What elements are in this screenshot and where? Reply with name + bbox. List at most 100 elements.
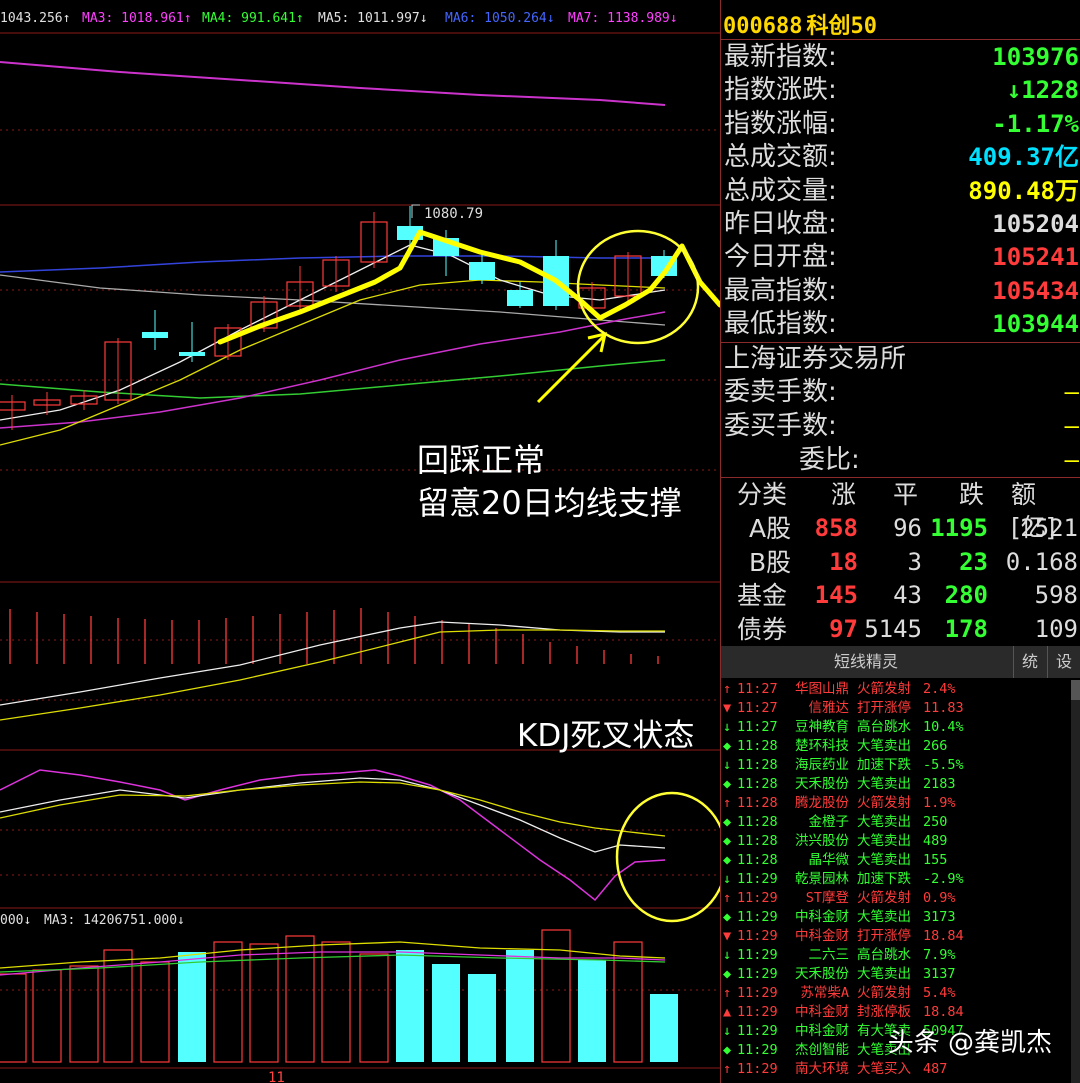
feed-item[interactable]: ◆ 11:28 天禾股份 大笔卖出 2183 xyxy=(723,775,1079,794)
ma7-line xyxy=(0,61,666,106)
feed-value: 266 xyxy=(923,738,948,754)
quote-value: ↓1228 xyxy=(1006,76,1079,105)
feed-value: -5.5% xyxy=(923,757,964,773)
feed-item[interactable]: ◆ 11:28 晶华微 大笔卖出 155 xyxy=(723,851,1079,870)
volume-bar-down xyxy=(396,950,424,1062)
feed-time: 11:29 xyxy=(737,871,778,887)
feed-item[interactable]: ↓ 11:28 海辰药业 加速下跌 -5.5% xyxy=(723,756,1079,775)
feed-item[interactable]: ◆ 11:28 楚环科技 大笔卖出 266 xyxy=(723,737,1079,756)
quote-row: 昨日收盘: 105204 xyxy=(721,208,1080,241)
feed-item[interactable]: ↑ 11:29 南大环境 大笔买入 487 xyxy=(723,1060,1079,1079)
annotation-line1: 回踩正常 xyxy=(417,441,546,479)
volume-bar-down xyxy=(178,952,206,1062)
feed-item[interactable]: ◆ 11:29 天禾股份 大笔卖出 3137 xyxy=(723,965,1079,984)
quote-row: 最高指数: 105434 xyxy=(721,275,1080,308)
order-label: 委买手数: xyxy=(724,411,837,441)
feed-time: 11:28 xyxy=(737,814,778,830)
ma5-legend: MA5: 1011.997↓ xyxy=(318,11,428,26)
feed-item[interactable]: ▼ 11:27 信雅达 打开涨停 11.83 xyxy=(723,699,1079,718)
feed-item[interactable]: ◆ 11:29 中科金财 大笔卖出 3173 xyxy=(723,908,1079,927)
stats-up: 97 xyxy=(829,614,858,643)
ma2-legend: 1043.256↑ xyxy=(0,11,70,26)
feed-time: 11:27 xyxy=(737,719,778,735)
quote-value: 103944 xyxy=(992,310,1079,339)
tab-short-line-sprite[interactable]: 短线精灵 xyxy=(721,646,1011,678)
feed-icon: ↑ xyxy=(723,795,732,811)
settings-button[interactable]: 设 xyxy=(1047,646,1080,678)
feed-scrollbar[interactable] xyxy=(1071,680,1080,1083)
feed-time: 11:29 xyxy=(737,985,778,1001)
stats-flat: 3 xyxy=(907,547,922,576)
stats-down: 1195 xyxy=(930,514,988,542)
vol-ma-line-1 xyxy=(0,941,666,969)
quote-value: 103976 xyxy=(992,43,1079,71)
alert-feed[interactable]: ↑ 11:27 华图山鼎 火箭发射 2.4% ▼ 11:27 信雅达 打开涨停 11.83 ↓ 11:… xyxy=(723,680,1079,1079)
annotation-kdj: KDJ死叉状态 xyxy=(517,718,695,754)
feed-stock: ST摩登 xyxy=(805,890,849,906)
feed-event: 火箭发射 xyxy=(857,681,911,697)
feed-icon: ↑ xyxy=(723,681,732,697)
feed-event: 加速下跌 xyxy=(857,871,911,887)
volume-bar-up xyxy=(321,941,351,1063)
quote-row: 指数涨跌: ↓1228 xyxy=(721,74,1080,107)
feed-item[interactable]: ↑ 11:28 腾龙股份 火箭发射 1.9% xyxy=(723,794,1079,813)
feed-item[interactable]: ▲ 11:29 中科金财 封涨停板 18.84 xyxy=(723,1003,1079,1022)
order-value: — xyxy=(1064,412,1079,440)
feed-time: 11:29 xyxy=(737,890,778,906)
feed-stock: 中科金财 xyxy=(795,1004,849,1020)
stats-down: 23 xyxy=(959,547,988,576)
feed-item[interactable]: ↓ 11:27 豆神教育 高台跳水 10.4% xyxy=(723,718,1079,737)
feed-time: 11:27 xyxy=(737,700,778,716)
volume-bar-down xyxy=(468,974,496,1062)
stats-category: A股 xyxy=(749,514,792,543)
feed-item[interactable]: ↑ 11:27 华图山鼎 火箭发射 2.4% xyxy=(723,680,1079,699)
feed-event: 大笔卖出 xyxy=(857,814,911,830)
feed-scroll-thumb[interactable] xyxy=(1071,680,1080,700)
tab-bar: 短线精灵 统 设 xyxy=(721,646,1080,678)
vol-ma3-legend: MA3: 14206751.000↓ xyxy=(44,913,185,928)
quote-value: 409.37亿 xyxy=(968,143,1079,172)
stats-flat: 43 xyxy=(893,581,922,609)
feed-event: 大笔卖出 xyxy=(857,909,911,925)
volume-bar-down xyxy=(432,964,460,1062)
quote-row: 最低指数: 103944 xyxy=(721,308,1080,341)
stats-flat: 96 xyxy=(893,514,922,542)
feed-item[interactable]: ↓ 11:29 乾景园林 加速下跌 -2.9% xyxy=(723,870,1079,889)
feed-time: 11:29 xyxy=(737,928,778,944)
stats-category: 债券 xyxy=(737,614,788,644)
feed-icon: ↑ xyxy=(723,890,732,906)
feed-icon: ↑ xyxy=(723,1061,732,1077)
kdj-d-line xyxy=(0,781,666,837)
exchange-row: 上海证券交易所 xyxy=(721,343,1080,376)
feed-event: 大笔买入 xyxy=(857,1061,911,1077)
feed-stock: 中科金财 xyxy=(795,928,849,944)
quote-value: 105204 xyxy=(992,210,1079,238)
feed-item[interactable]: ▼ 11:29 中科金财 打开涨停 18.84 xyxy=(723,927,1079,946)
feed-value: 2.4% xyxy=(923,681,956,697)
stats-amt: 2521 xyxy=(1020,514,1078,542)
feed-time: 11:29 xyxy=(737,1004,778,1020)
feed-item[interactable]: ↑ 11:29 苏常柴A 火箭发射 5.4% xyxy=(723,984,1079,1003)
feed-event: 打开涨停 xyxy=(857,700,911,716)
quote-value: 105241 xyxy=(992,243,1079,272)
kline-chart[interactable]: 1043.256↑ MA3: 1018.961↑ MA4: 991.641↑ M… xyxy=(0,0,720,1083)
stats-button[interactable]: 统 xyxy=(1013,646,1046,678)
feed-icon: ◆ xyxy=(723,776,732,792)
feed-time: 11:28 xyxy=(737,852,778,868)
feed-item[interactable]: ↓ 11:29 二六三 高台跳水 7.9% xyxy=(723,946,1079,965)
stats-flat: 5145 xyxy=(864,614,922,643)
feed-item[interactable]: ↑ 11:29 ST摩登 火箭发射 0.9% xyxy=(723,889,1079,908)
quote-label: 总成交额: xyxy=(724,142,837,173)
feed-item[interactable]: ◆ 11:28 金橙子 大笔卖出 250 xyxy=(723,813,1079,832)
feed-stock: 天禾股份 xyxy=(795,966,849,982)
feed-event: 封涨停板 xyxy=(857,1004,911,1020)
feed-time: 11:29 xyxy=(737,1061,778,1077)
feed-icon: ◆ xyxy=(723,738,732,754)
feed-icon: ▲ xyxy=(723,1004,732,1020)
feed-item[interactable]: ◆ 11:28 洪兴股份 大笔卖出 489 xyxy=(723,832,1079,851)
feed-stock: 信雅达 xyxy=(808,700,850,716)
feed-icon: ↓ xyxy=(723,871,732,887)
quote-label: 指数涨跌: xyxy=(724,75,837,106)
quote-label: 最低指数: xyxy=(724,309,837,340)
volume-bar-up xyxy=(285,935,315,1063)
